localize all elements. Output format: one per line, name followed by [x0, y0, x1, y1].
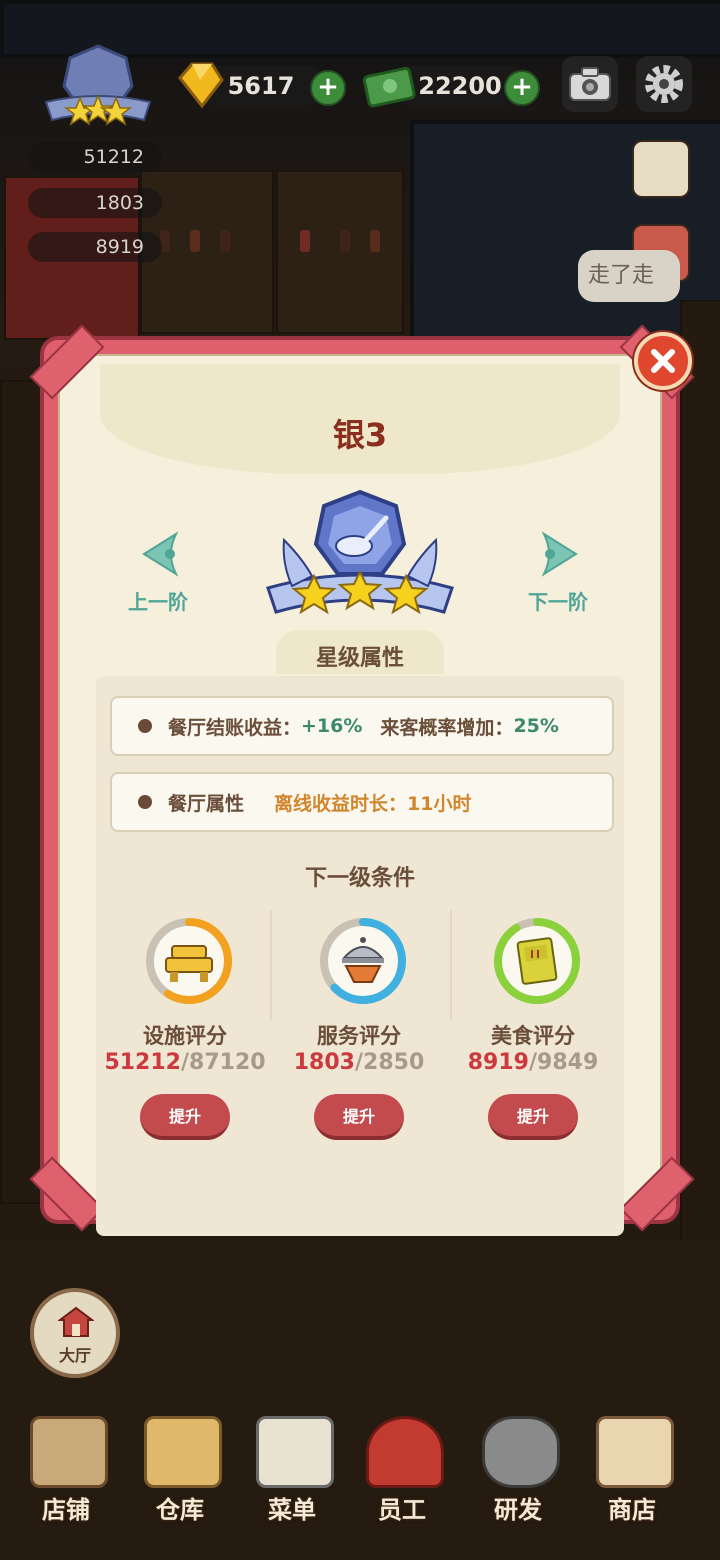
income-value: +16% — [301, 715, 363, 737]
restaurant-attr-row: 餐厅属性 离线收益时长：11小时 — [110, 772, 614, 832]
service-current: 1803 — [293, 1050, 355, 1075]
staff-avatar-icon — [366, 1416, 444, 1488]
close-icon — [651, 349, 675, 373]
cash-icon — [362, 66, 416, 108]
facility-label: 设施评分 — [143, 1024, 227, 1048]
rank-badge-icon[interactable] — [36, 42, 160, 126]
food-score: 8919/9849 — [448, 1050, 618, 1075]
nav-label: 员工 — [378, 1496, 426, 1524]
bullet-dot — [138, 719, 152, 733]
nav-research[interactable]: 研发 — [466, 1416, 570, 1526]
store-stall-icon — [596, 1416, 674, 1488]
nav-label: 研发 — [494, 1496, 542, 1524]
service-target: /2850 — [354, 1050, 425, 1075]
close-button[interactable] — [634, 332, 692, 390]
nav-label: 仓库 — [156, 1496, 204, 1524]
facility-progress-ring — [146, 918, 232, 1004]
service-progress-ring — [320, 918, 406, 1004]
speech-bubble: 走了走 — [578, 250, 680, 302]
service-score: 1803/2850 — [274, 1050, 444, 1075]
silver-rank-emblem-icon — [266, 489, 454, 615]
food-target: /9849 — [528, 1050, 599, 1075]
column-divider — [270, 910, 272, 1020]
service-label: 服务评分 — [317, 1024, 401, 1048]
camera-icon — [569, 67, 611, 101]
add-cash-button[interactable]: + — [504, 70, 540, 106]
guest-rate-label: 来客概率增加： — [380, 716, 514, 739]
gear-icon — [645, 65, 683, 103]
speech-bubble-text: 走了走 — [588, 263, 655, 288]
next-level-heading: 下一级条件 — [304, 866, 415, 891]
guest-rate-value: 25% — [513, 715, 559, 737]
rank-title: 银3 — [332, 416, 388, 454]
facility-target: /87120 — [180, 1050, 266, 1075]
star-attributes-heading: 星级属性 — [315, 646, 404, 671]
facility-current: 51212 — [104, 1050, 181, 1075]
facility-stat-value: 51212 — [83, 146, 144, 168]
nav-shop-front[interactable]: 店铺 — [14, 1416, 118, 1526]
settings-button[interactable] — [636, 56, 692, 112]
cooking-pot-icon — [482, 1416, 560, 1488]
column-divider — [450, 910, 452, 1020]
food-label: 美食评分 — [491, 1024, 575, 1048]
prev-tier-arrow-icon[interactable] — [136, 530, 184, 578]
upgrade-facility-button[interactable]: 提升 — [140, 1094, 230, 1140]
facility-score: 51212/87120 — [100, 1050, 270, 1075]
clipboard-icon — [256, 1416, 334, 1488]
service-stat-value: 1803 — [95, 192, 144, 214]
lobby-button[interactable]: 大厅 — [30, 1288, 120, 1378]
upgrade-food-button[interactable]: 提升 — [488, 1094, 578, 1140]
income-label: 餐厅结账收益： — [168, 716, 302, 739]
prev-tier-label[interactable]: 上一阶 — [118, 586, 198, 615]
facility-stat: 51212 — [28, 142, 162, 172]
food-stat-value: 8919 — [95, 236, 144, 258]
gem-count: 5617 — [227, 72, 295, 100]
storefront-icon — [30, 1416, 108, 1488]
nav-label: 菜单 — [268, 1496, 316, 1524]
boxes-icon — [144, 1416, 222, 1488]
offline-duration-value: 离线收益时长：11小时 — [274, 792, 472, 815]
nav-label: 店铺 — [42, 1496, 90, 1524]
bullet-dot — [138, 795, 152, 809]
nav-staff[interactable]: 员工 — [350, 1416, 454, 1526]
house-icon — [58, 1306, 94, 1337]
add-gems-button[interactable]: + — [310, 70, 346, 106]
nav-store[interactable]: 商店 — [580, 1416, 684, 1526]
nav-warehouse[interactable]: 仓库 — [128, 1416, 232, 1526]
restaurant-attr-label: 餐厅属性 — [168, 792, 245, 815]
upgrade-service-button[interactable]: 提升 — [314, 1094, 404, 1140]
service-stat: 1803 — [28, 188, 162, 218]
food-current: 8919 — [467, 1050, 529, 1075]
lobby-label: 大厅 — [58, 1346, 91, 1365]
gem-icon — [178, 62, 224, 109]
checkout-income-row: 餐厅结账收益： +16% 来客概率增加： 25% — [110, 696, 614, 756]
next-tier-label[interactable]: 下一阶 — [518, 586, 598, 615]
food-progress-ring — [494, 918, 580, 1004]
food-icon — [516, 937, 558, 985]
camera-button[interactable] — [562, 56, 618, 112]
food-stat: 8919 — [28, 232, 162, 262]
nav-menu[interactable]: 菜单 — [240, 1416, 344, 1526]
nav-label: 商店 — [608, 1496, 656, 1524]
help-book-button[interactable] — [632, 140, 690, 198]
next-tier-arrow-icon[interactable] — [536, 530, 584, 578]
cash-count: 22200 — [418, 72, 502, 100]
